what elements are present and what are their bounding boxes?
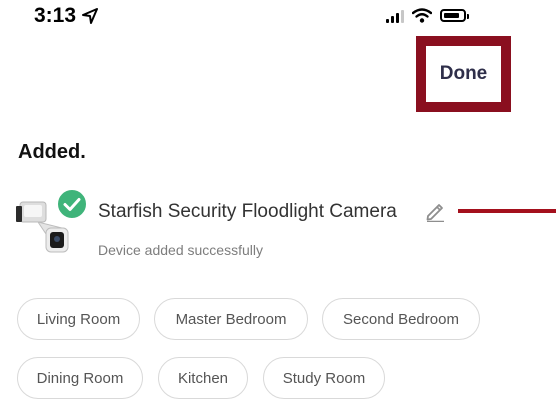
room-chip-master-bedroom[interactable]: Master Bedroom xyxy=(154,298,308,340)
status-icons xyxy=(386,8,469,23)
done-button[interactable]: Done xyxy=(426,46,501,102)
cellular-signal-icon xyxy=(386,9,404,23)
device-name: Starfish Security Floodlight Camera xyxy=(98,201,397,222)
room-chip-living-room[interactable]: Living Room xyxy=(17,298,140,340)
room-chip-dining-room[interactable]: Dining Room xyxy=(17,357,143,399)
wifi-icon xyxy=(412,8,432,23)
location-arrow-icon xyxy=(82,8,99,24)
room-chip-second-bedroom[interactable]: Second Bedroom xyxy=(322,298,480,340)
room-chip-study-room[interactable]: Study Room xyxy=(263,357,385,399)
added-heading: Added. xyxy=(18,141,86,163)
pencil-edit-icon[interactable] xyxy=(424,200,446,222)
success-check-icon xyxy=(56,188,88,220)
battery-icon xyxy=(440,9,469,22)
room-chip-kitchen[interactable]: Kitchen xyxy=(158,357,248,399)
device-status: Device added successfully xyxy=(98,242,263,258)
annotation-arrow-line xyxy=(458,209,556,213)
status-time: 3:13 xyxy=(34,4,99,28)
status-time-text: 3:13 xyxy=(34,4,77,27)
